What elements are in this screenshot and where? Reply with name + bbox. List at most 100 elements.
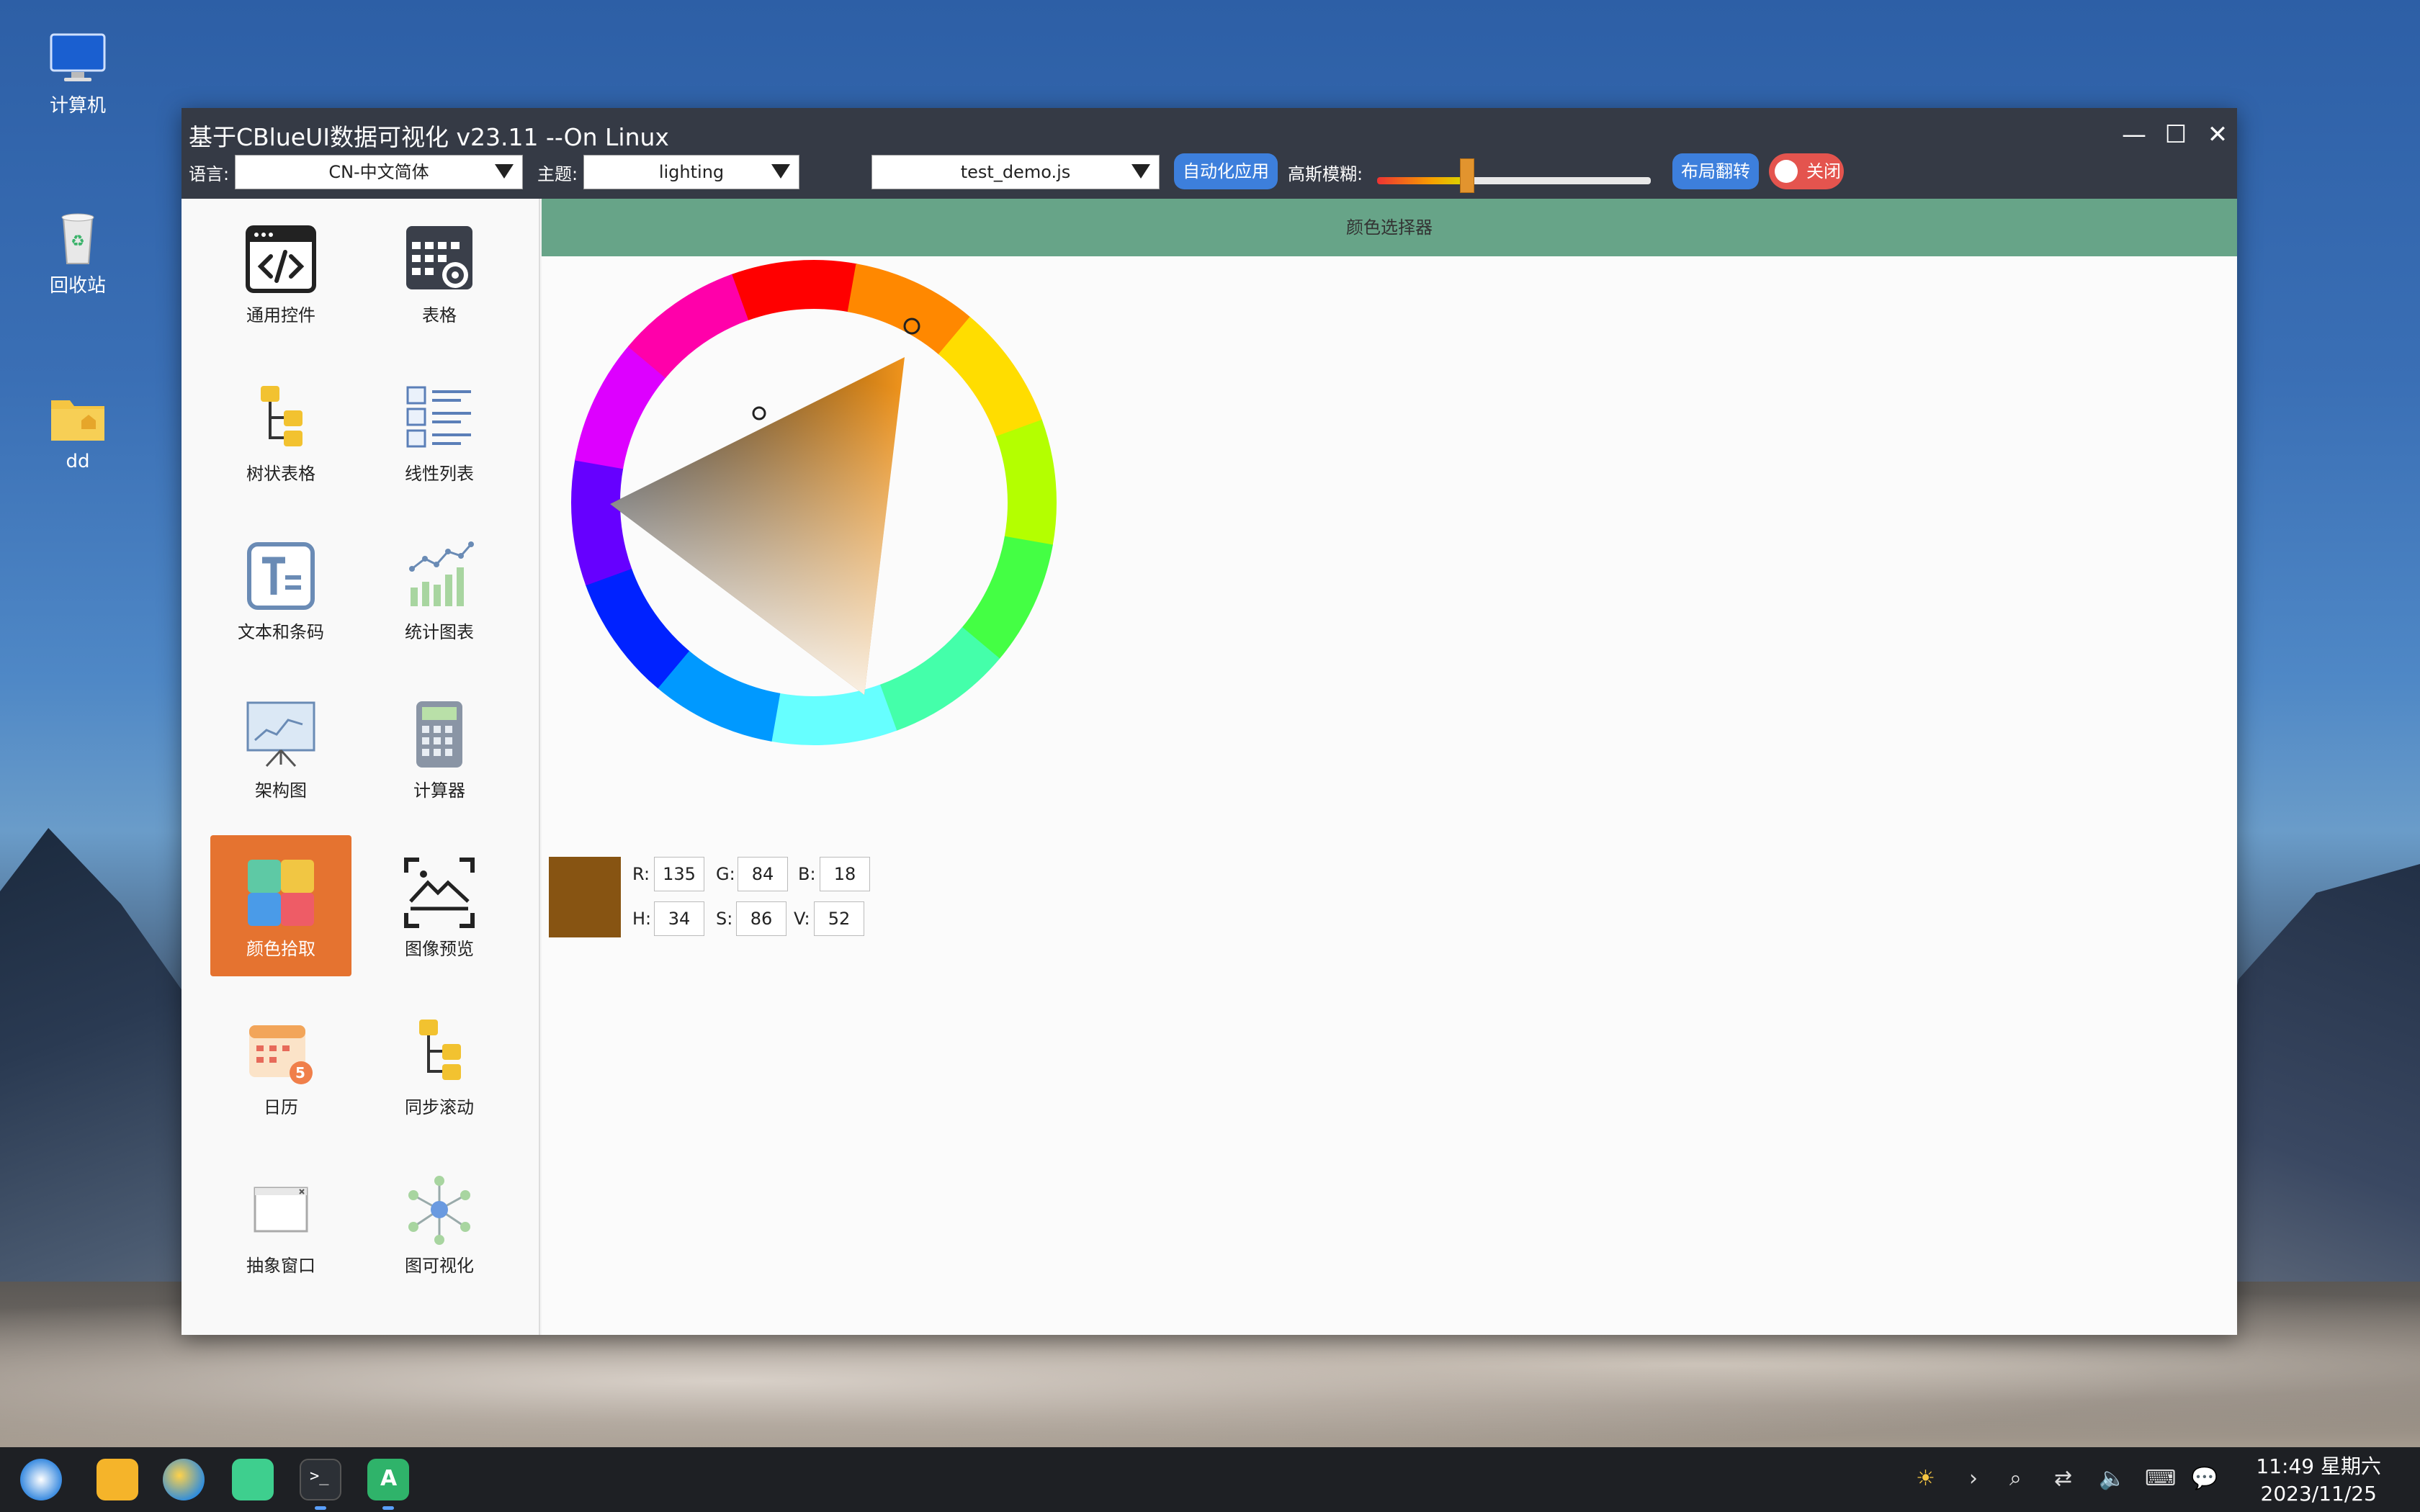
script-select-value: test_demo.js xyxy=(960,162,1071,182)
theme-select-value: lighting xyxy=(658,162,725,182)
svg-text:♻: ♻ xyxy=(71,233,85,251)
notification-icon[interactable]: 💬 xyxy=(2191,1466,2218,1491)
sidebar-item-calculator[interactable]: 计算器 xyxy=(369,677,510,818)
blur-slider-thumb[interactable] xyxy=(1460,158,1475,193)
text-editor-icon[interactable]: A xyxy=(367,1459,409,1500)
blur-slider-track[interactable] xyxy=(1377,177,1651,184)
chevron-down-icon xyxy=(495,164,514,179)
running-indicator xyxy=(315,1506,326,1510)
b-field[interactable]: 18 xyxy=(820,857,870,891)
search-icon[interactable]: ⌕ xyxy=(2009,1466,2022,1491)
maximize-button[interactable]: ☐ xyxy=(2158,117,2194,153)
sidebar-item-label: 架构图 xyxy=(255,780,307,801)
toggle-label: 关闭 xyxy=(1806,161,1841,181)
desktop-icon-label: 回收站 xyxy=(49,275,106,297)
calendar-badge: 5 xyxy=(295,1064,305,1081)
sidebar-item-label: 图可视化 xyxy=(405,1256,474,1276)
b-label: B: xyxy=(798,864,816,884)
sidebar-item-label: 日历 xyxy=(264,1097,298,1117)
close-toggle[interactable]: 关闭 xyxy=(1769,153,1844,189)
sv-handle[interactable] xyxy=(752,406,766,420)
content-panel: 颜色选择器 R: 135 G: 84 B: 18 H: 34 S: 86 V: … xyxy=(542,199,2237,1335)
launcher-icon[interactable] xyxy=(20,1459,62,1500)
content-header: 颜色选择器 xyxy=(542,199,2237,256)
v-field[interactable]: 52 xyxy=(814,901,864,936)
h-field[interactable]: 34 xyxy=(654,901,704,936)
folder-icon xyxy=(45,389,110,446)
language-select[interactable]: CN-中文简体 xyxy=(235,155,523,189)
table-gear-icon xyxy=(403,223,475,295)
sidebar-item-common-controls[interactable]: 通用控件 xyxy=(210,202,351,343)
sidebar-item-sync-scroll[interactable]: 同步滚动 xyxy=(369,994,510,1135)
layout-flip-button[interactable]: 布局翻转 xyxy=(1672,153,1759,189)
abstract-window-icon xyxy=(245,1174,317,1246)
browser-icon[interactable] xyxy=(163,1459,205,1500)
graph-network-icon xyxy=(403,1174,475,1246)
language-label: 语言: xyxy=(189,164,230,184)
blur-label: 高斯模糊: xyxy=(1288,164,1363,184)
sidebar-item-stat-chart[interactable]: 统计图表 xyxy=(369,518,510,660)
r-label: R: xyxy=(632,864,650,884)
chevron-right-icon[interactable]: › xyxy=(1969,1466,1978,1491)
brightness-icon[interactable]: ☀ xyxy=(1916,1466,1935,1491)
sidebar-item-architecture[interactable]: 架构图 xyxy=(210,677,351,818)
linear-list-icon xyxy=(403,382,475,454)
sidebar-item-tree-table[interactable]: 树状表格 xyxy=(210,360,351,501)
language-select-value: CN-中文简体 xyxy=(328,162,429,182)
color-wheel[interactable] xyxy=(570,259,1075,763)
calendar-icon: 5 xyxy=(245,1015,317,1087)
code-window-icon xyxy=(245,223,317,295)
sidebar-item-label: 同步滚动 xyxy=(405,1097,474,1117)
color-swatch xyxy=(549,857,621,937)
minimize-button[interactable]: — xyxy=(2116,117,2152,153)
theme-select[interactable]: lighting xyxy=(583,155,799,189)
auto-apply-button[interactable]: 自动化应用 xyxy=(1174,153,1278,189)
trash-icon: ♻ xyxy=(45,209,110,266)
theme-label: 主题: xyxy=(537,164,578,184)
clock[interactable]: 11:49 星期六 2023/11/25 xyxy=(2256,1453,2381,1508)
chevron-down-icon xyxy=(771,164,790,179)
sidebar-item-calendar[interactable]: 5 日历 xyxy=(210,994,351,1135)
image-preview-icon xyxy=(403,857,475,929)
s-field[interactable]: 86 xyxy=(736,901,786,936)
running-indicator xyxy=(382,1506,394,1510)
app-window: 基于CBlueUI数据可视化 v23.11 --On Linux — ☐ ✕ 语… xyxy=(182,108,2237,1335)
calculator-icon xyxy=(403,698,475,770)
title-bar[interactable]: 基于CBlueUI数据可视化 v23.11 --On Linux — ☐ ✕ 语… xyxy=(182,108,2237,199)
sidebar-item-image-preview[interactable]: 图像预览 xyxy=(369,835,510,976)
s-label: S: xyxy=(716,909,733,929)
computer-icon xyxy=(45,29,110,86)
sidebar-item-abstract-window[interactable]: 抽象窗口 xyxy=(210,1152,351,1293)
close-button[interactable]: ✕ xyxy=(2200,117,2236,153)
script-select[interactable]: test_demo.js xyxy=(871,155,1160,189)
network-icon[interactable]: ⇄ xyxy=(2054,1466,2072,1491)
sidebar-item-label: 计算器 xyxy=(413,780,465,801)
keyboard-icon[interactable]: ⌨ xyxy=(2145,1466,2176,1491)
sidebar-item-graph-visual[interactable]: 图可视化 xyxy=(369,1152,510,1293)
volume-icon[interactable]: 🔈 xyxy=(2099,1466,2125,1491)
text-icon xyxy=(245,540,317,612)
g-label: G: xyxy=(716,864,735,884)
sidebar-item-label: 树状表格 xyxy=(246,464,315,484)
sidebar: 通用控件 表格 树状表格 线性列表 文本和条码 统计图表 架构图 计算器 颜色拾… xyxy=(182,199,540,1335)
sidebar-item-label: 统计图表 xyxy=(405,622,474,642)
file-manager-icon[interactable] xyxy=(97,1459,138,1500)
desktop-icon-computer[interactable]: 计算机 xyxy=(27,29,128,117)
chart-icon xyxy=(403,540,475,612)
h-label: H: xyxy=(632,909,652,929)
sidebar-item-color-picker[interactable]: 颜色拾取 xyxy=(210,835,351,976)
sidebar-item-text-barcode[interactable]: 文本和条码 xyxy=(210,518,351,660)
desktop-icon-folder[interactable]: dd xyxy=(27,389,128,472)
g-field[interactable]: 84 xyxy=(738,857,788,891)
presentation-board-icon xyxy=(245,698,317,770)
store-icon[interactable] xyxy=(232,1459,274,1500)
toggle-knob xyxy=(1775,160,1798,183)
terminal-icon[interactable]: >_ xyxy=(300,1459,341,1500)
sidebar-item-linear-list[interactable]: 线性列表 xyxy=(369,360,510,501)
r-field[interactable]: 135 xyxy=(654,857,704,891)
desktop-icon-trash[interactable]: ♻ 回收站 xyxy=(27,209,128,297)
tree-table-icon xyxy=(245,382,317,454)
sidebar-item-table[interactable]: 表格 xyxy=(369,202,510,343)
taskbar: >_ A ☀ › ⌕ ⇄ 🔈 ⌨ 💬 11:49 星期六 2023/11/25 xyxy=(0,1447,2420,1512)
sidebar-item-label: 颜色拾取 xyxy=(246,939,315,959)
